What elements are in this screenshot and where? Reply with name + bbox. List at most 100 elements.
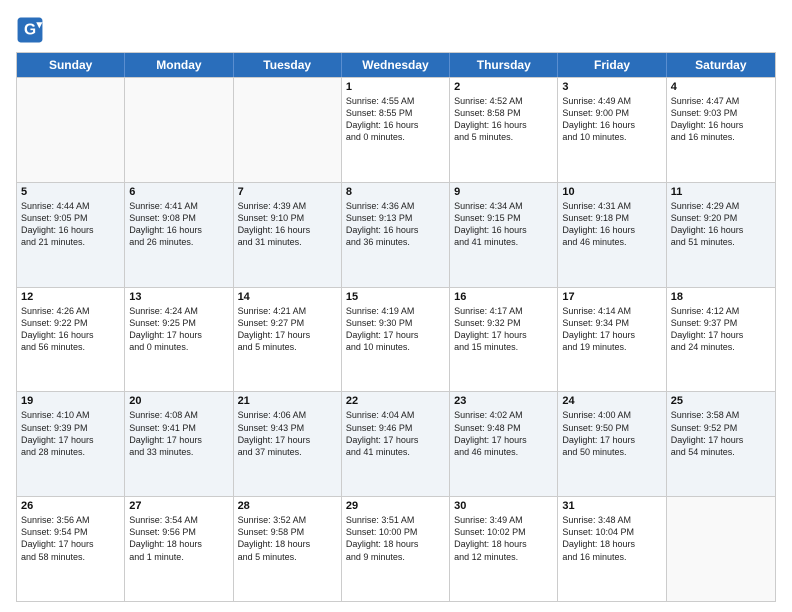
calendar-cell: 14 Sunrise: 4:21 AM Sunset: 9:27 PM Dayli…: [234, 288, 342, 392]
calendar-cell: 3Sunrise: 4:49 AM Sunset: 9:00 PM Daylig…: [558, 78, 666, 182]
calendar-week-1: 1 Sunrise: 4:55 AM Sunset: 8:55 PM Daylig…: [17, 77, 775, 182]
cell-detail: Sunrise: 3:58 AM Sunset: 9:52 PM Dayligh…: [671, 409, 771, 458]
cell-detail: Sunrise: 4:12 AM Sunset: 9:37 PM Dayligh…: [671, 305, 771, 354]
day-number: 12: [21, 291, 120, 303]
calendar-cell: 18 Sunrise: 4:12 AM Sunset: 9:37 PM Dayli…: [667, 288, 775, 392]
calendar-cell: [125, 78, 233, 182]
day-number: 21: [238, 395, 337, 407]
cell-detail: Sunrise: 4:34 AM Sunset: 9:15 PM Dayligh…: [454, 200, 553, 249]
day-number: 9: [454, 186, 553, 198]
cell-detail: Sunrise: 4:08 AM Sunset: 9:41 PM Dayligh…: [129, 409, 228, 458]
calendar-cell: 27Sunrise: 3:54 AM Sunset: 9:56 PM Dayli…: [125, 497, 233, 601]
calendar-body: 1 Sunrise: 4:55 AM Sunset: 8:55 PM Daylig…: [17, 77, 775, 601]
cell-detail: Sunrise: 4:47 AM Sunset: 9:03 PM Dayligh…: [671, 95, 771, 144]
calendar-cell: 16Sunrise: 4:17 AM Sunset: 9:32 PM Dayli…: [450, 288, 558, 392]
cell-detail: Sunrise: 4:55 AM Sunset: 8:55 PM Dayligh…: [346, 95, 445, 144]
day-number: 13: [129, 291, 228, 303]
day-number: 1: [346, 81, 445, 93]
calendar-cell: 10 Sunrise: 4:31 AM Sunset: 9:18 PM Dayli…: [558, 183, 666, 287]
cell-detail: Sunrise: 4:19 AM Sunset: 9:30 PM Dayligh…: [346, 305, 445, 354]
cell-detail: Sunrise: 4:00 AM Sunset: 9:50 PM Dayligh…: [562, 409, 661, 458]
day-number: 25: [671, 395, 771, 407]
day-number: 23: [454, 395, 553, 407]
cell-detail: Sunrise: 3:54 AM Sunset: 9:56 PM Dayligh…: [129, 514, 228, 563]
day-number: 4: [671, 81, 771, 93]
cell-detail: Sunrise: 4:39 AM Sunset: 9:10 PM Dayligh…: [238, 200, 337, 249]
calendar-cell: 30 Sunrise: 3:49 AM Sunset: 10:02 PM Dayl…: [450, 497, 558, 601]
calendar-cell: 11 Sunrise: 4:29 AM Sunset: 9:20 PM Dayli…: [667, 183, 775, 287]
cell-detail: Sunrise: 3:56 AM Sunset: 9:54 PM Dayligh…: [21, 514, 120, 563]
calendar-cell: 20 Sunrise: 4:08 AM Sunset: 9:41 PM Dayli…: [125, 392, 233, 496]
cell-detail: Sunrise: 4:24 AM Sunset: 9:25 PM Dayligh…: [129, 305, 228, 354]
cell-detail: Sunrise: 4:31 AM Sunset: 9:18 PM Dayligh…: [562, 200, 661, 249]
day-number: 14: [238, 291, 337, 303]
header: G: [16, 16, 776, 44]
cell-detail: Sunrise: 4:10 AM Sunset: 9:39 PM Dayligh…: [21, 409, 120, 458]
calendar-cell: 24 Sunrise: 4:00 AM Sunset: 9:50 PM Dayli…: [558, 392, 666, 496]
calendar-cell: 23 Sunrise: 4:02 AM Sunset: 9:48 PM Dayli…: [450, 392, 558, 496]
page: G Sunday Monday Tuesday Wednesday Thursd…: [0, 0, 792, 612]
calendar-cell: 12 Sunrise: 4:26 AM Sunset: 9:22 PM Dayli…: [17, 288, 125, 392]
calendar-cell: 2 Sunrise: 4:52 AM Sunset: 8:58 PM Daylig…: [450, 78, 558, 182]
calendar-cell: 6Sunrise: 4:41 AM Sunset: 9:08 PM Daylig…: [125, 183, 233, 287]
cell-detail: Sunrise: 4:41 AM Sunset: 9:08 PM Dayligh…: [129, 200, 228, 249]
calendar-cell: [667, 497, 775, 601]
calendar-cell: 8 Sunrise: 4:36 AM Sunset: 9:13 PM Daylig…: [342, 183, 450, 287]
cell-detail: Sunrise: 3:52 AM Sunset: 9:58 PM Dayligh…: [238, 514, 337, 563]
day-number: 7: [238, 186, 337, 198]
day-number: 26: [21, 500, 120, 512]
cell-detail: Sunrise: 4:52 AM Sunset: 8:58 PM Dayligh…: [454, 95, 553, 144]
logo-icon: G: [16, 16, 44, 44]
calendar-cell: 22 Sunrise: 4:04 AM Sunset: 9:46 PM Dayli…: [342, 392, 450, 496]
calendar-cell: 15Sunrise: 4:19 AM Sunset: 9:30 PM Dayli…: [342, 288, 450, 392]
header-saturday: Saturday: [667, 53, 775, 77]
cell-detail: Sunrise: 4:26 AM Sunset: 9:22 PM Dayligh…: [21, 305, 120, 354]
cell-detail: Sunrise: 4:44 AM Sunset: 9:05 PM Dayligh…: [21, 200, 120, 249]
day-number: 8: [346, 186, 445, 198]
cell-detail: Sunrise: 3:48 AM Sunset: 10:04 PM Daylig…: [562, 514, 661, 563]
cell-detail: Sunrise: 4:02 AM Sunset: 9:48 PM Dayligh…: [454, 409, 553, 458]
calendar-cell: 13 Sunrise: 4:24 AM Sunset: 9:25 PM Dayli…: [125, 288, 233, 392]
day-number: 31: [562, 500, 661, 512]
calendar-week-3: 12 Sunrise: 4:26 AM Sunset: 9:22 PM Dayli…: [17, 287, 775, 392]
calendar-cell: [234, 78, 342, 182]
day-number: 18: [671, 291, 771, 303]
day-number: 22: [346, 395, 445, 407]
day-number: 17: [562, 291, 661, 303]
calendar-cell: 7 Sunrise: 4:39 AM Sunset: 9:10 PM Daylig…: [234, 183, 342, 287]
calendar-week-5: 26 Sunrise: 3:56 AM Sunset: 9:54 PM Dayli…: [17, 496, 775, 601]
logo-area: G: [16, 16, 48, 44]
cell-detail: Sunrise: 4:29 AM Sunset: 9:20 PM Dayligh…: [671, 200, 771, 249]
cell-detail: Sunrise: 4:06 AM Sunset: 9:43 PM Dayligh…: [238, 409, 337, 458]
header-wednesday: Wednesday: [342, 53, 450, 77]
day-number: 2: [454, 81, 553, 93]
day-number: 19: [21, 395, 120, 407]
calendar-cell: 26 Sunrise: 3:56 AM Sunset: 9:54 PM Dayli…: [17, 497, 125, 601]
cell-detail: Sunrise: 4:36 AM Sunset: 9:13 PM Dayligh…: [346, 200, 445, 249]
header-tuesday: Tuesday: [234, 53, 342, 77]
calendar-cell: [17, 78, 125, 182]
cell-detail: Sunrise: 3:49 AM Sunset: 10:02 PM Daylig…: [454, 514, 553, 563]
cell-detail: Sunrise: 4:04 AM Sunset: 9:46 PM Dayligh…: [346, 409, 445, 458]
header-thursday: Thursday: [450, 53, 558, 77]
header-friday: Friday: [558, 53, 666, 77]
day-number: 3: [562, 81, 661, 93]
day-number: 16: [454, 291, 553, 303]
day-number: 24: [562, 395, 661, 407]
svg-text:G: G: [24, 22, 36, 39]
calendar: Sunday Monday Tuesday Wednesday Thursday…: [16, 52, 776, 602]
header-monday: Monday: [125, 53, 233, 77]
cell-detail: Sunrise: 4:21 AM Sunset: 9:27 PM Dayligh…: [238, 305, 337, 354]
calendar-cell: 31 Sunrise: 3:48 AM Sunset: 10:04 PM Dayl…: [558, 497, 666, 601]
day-number: 20: [129, 395, 228, 407]
day-number: 11: [671, 186, 771, 198]
day-number: 5: [21, 186, 120, 198]
day-number: 10: [562, 186, 661, 198]
cell-detail: Sunrise: 4:14 AM Sunset: 9:34 PM Dayligh…: [562, 305, 661, 354]
calendar-cell: 28 Sunrise: 3:52 AM Sunset: 9:58 PM Dayli…: [234, 497, 342, 601]
day-number: 29: [346, 500, 445, 512]
day-number: 28: [238, 500, 337, 512]
calendar-cell: 4 Sunrise: 4:47 AM Sunset: 9:03 PM Daylig…: [667, 78, 775, 182]
day-number: 30: [454, 500, 553, 512]
calendar-cell: 1 Sunrise: 4:55 AM Sunset: 8:55 PM Daylig…: [342, 78, 450, 182]
